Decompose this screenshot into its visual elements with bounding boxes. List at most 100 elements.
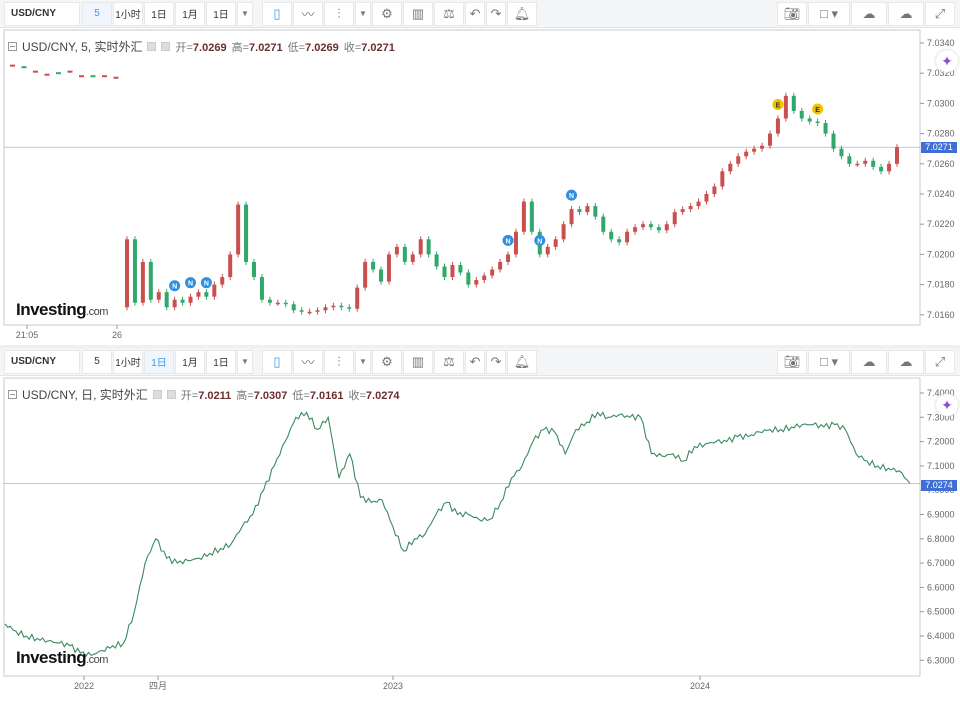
candle <box>402 246 407 262</box>
candle <box>887 163 892 172</box>
candle <box>371 261 376 270</box>
candle <box>871 160 876 167</box>
candle <box>823 123 828 134</box>
low-label: 低= <box>287 41 306 54</box>
candle <box>220 277 225 285</box>
candle <box>466 272 471 285</box>
y-tick-label: 6.8000 <box>927 534 955 544</box>
candle <box>204 292 209 297</box>
high-label: 高= <box>236 389 254 402</box>
candle <box>863 160 868 164</box>
candle <box>363 261 368 288</box>
y-tick-label: 7.0240 <box>927 189 955 199</box>
daily-chart-panel: USD/CNY 5 1小时 1日 1月 1日 ▼ ▯ 〰 ⫶ ▼ ⚙ ▥ ⚖ ↶… <box>0 348 960 702</box>
candle <box>67 70 73 73</box>
collapse-icon[interactable] <box>8 42 17 51</box>
candle <box>640 224 645 228</box>
candle <box>33 70 38 73</box>
candle <box>490 269 495 276</box>
candle <box>21 66 27 69</box>
candle <box>355 287 360 309</box>
candle <box>188 296 193 303</box>
y-tick-label: 7.0200 <box>927 249 955 259</box>
y-tick-label: 6.7000 <box>927 558 955 568</box>
low-value: 7.0269 <box>305 41 339 54</box>
candle <box>331 305 336 308</box>
candle <box>196 292 201 297</box>
candle <box>839 148 844 157</box>
candle <box>267 299 272 303</box>
candle <box>569 209 574 225</box>
candle <box>442 266 447 278</box>
event-marker-label: E <box>776 103 781 110</box>
candle <box>426 239 431 255</box>
event-marker-label: N <box>188 281 193 288</box>
event-marker-label: N <box>172 284 177 291</box>
candle <box>847 156 852 164</box>
y-tick-label: 7.2000 <box>927 437 955 447</box>
candle <box>102 75 107 78</box>
candle <box>283 302 288 305</box>
candle <box>577 209 582 213</box>
candle <box>386 254 391 282</box>
candle <box>458 264 463 273</box>
candle <box>601 216 606 232</box>
candle <box>252 261 257 278</box>
close-label: 收= <box>343 41 362 54</box>
ai-sparkle-icon[interactable]: ✦ <box>936 50 958 72</box>
candle <box>553 239 558 247</box>
candle <box>617 239 622 243</box>
open-label: 开= <box>180 389 199 402</box>
candle <box>307 311 312 314</box>
candle <box>228 254 233 278</box>
candle <box>113 76 119 79</box>
ai-sparkle-icon[interactable]: ✦ <box>936 394 958 416</box>
candle <box>728 163 733 172</box>
legend-title: USD/CNY, 5, 实时外汇 <box>22 40 143 54</box>
candle <box>379 269 384 282</box>
candle <box>680 209 685 213</box>
candle <box>410 254 415 262</box>
candle <box>831 133 836 149</box>
candle <box>244 204 249 262</box>
settings-icon[interactable] <box>166 390 176 399</box>
y-tick-label: 6.9000 <box>927 510 955 520</box>
collapse-icon[interactable] <box>8 390 17 399</box>
candle <box>212 284 217 297</box>
candle <box>529 201 534 232</box>
candle <box>855 163 860 166</box>
candle <box>394 246 399 255</box>
high-value: 7.0271 <box>249 41 283 54</box>
candle <box>879 166 884 172</box>
visibility-icon[interactable] <box>152 390 162 399</box>
x-tick-label: 2022 <box>74 681 94 691</box>
candle <box>521 201 526 232</box>
candle <box>291 304 296 311</box>
candle <box>125 239 129 308</box>
candle <box>545 246 550 255</box>
candle <box>760 145 765 149</box>
settings-icon[interactable] <box>161 42 171 51</box>
candle <box>775 118 780 134</box>
y-tick-label: 6.4000 <box>927 631 955 641</box>
candle <box>259 277 264 300</box>
candle <box>339 305 344 308</box>
open-label: 开= <box>175 41 193 54</box>
candle <box>164 292 169 308</box>
candle <box>148 261 153 300</box>
candle <box>275 302 280 305</box>
visibility-icon[interactable] <box>147 42 157 51</box>
y-tick-label: 7.0280 <box>927 129 955 139</box>
high-label: 高= <box>231 41 250 54</box>
event-marker-label: N <box>569 193 574 200</box>
candle <box>633 227 638 232</box>
event-marker-label: N <box>537 238 542 245</box>
candle <box>236 204 241 255</box>
x-tick-label: 26 <box>112 330 122 340</box>
candle <box>434 254 439 267</box>
candle <box>299 310 304 312</box>
candle <box>704 194 709 202</box>
x-tick-label: 2024 <box>690 681 710 691</box>
candle <box>609 231 614 240</box>
candle <box>418 239 423 255</box>
